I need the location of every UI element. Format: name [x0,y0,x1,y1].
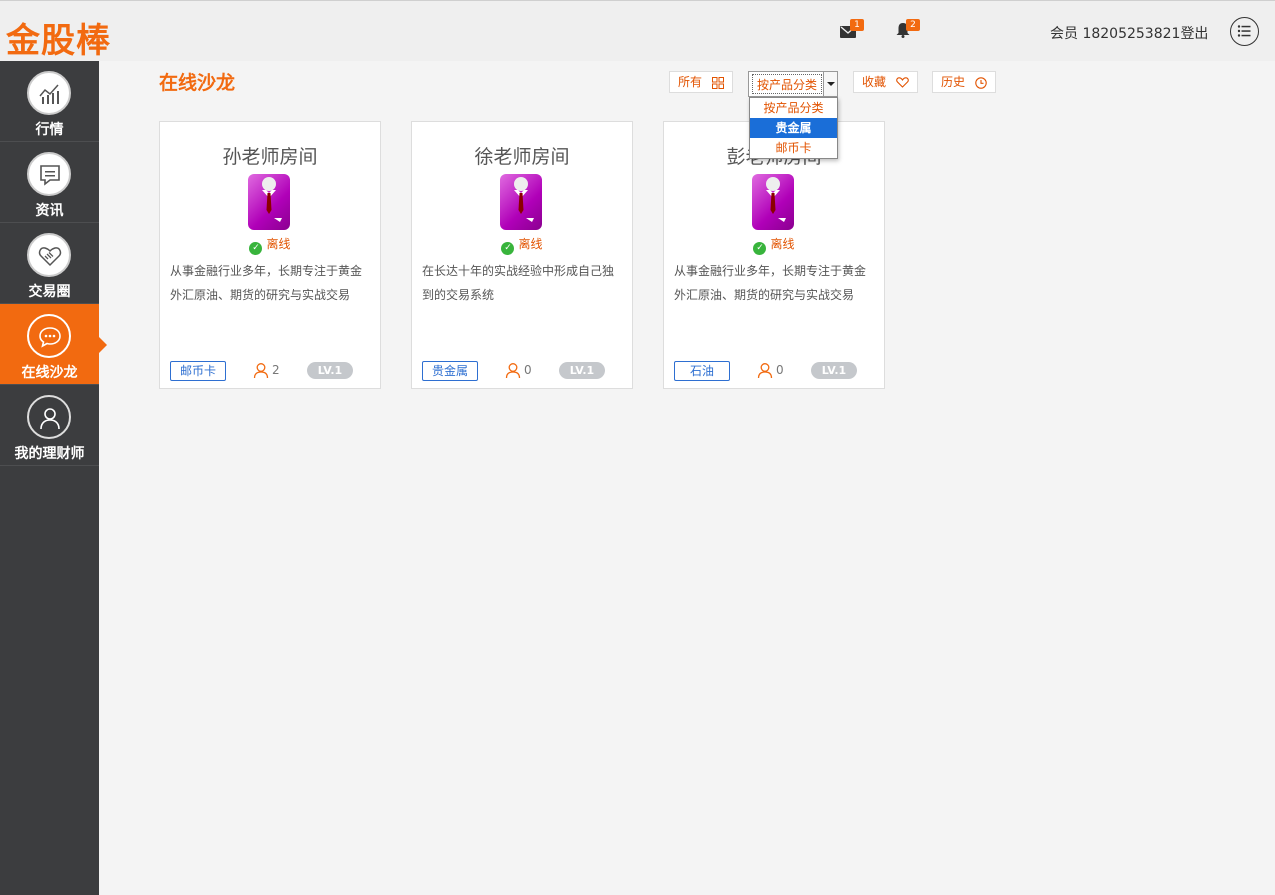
chart-icon [27,71,71,115]
list-menu-icon [1237,25,1251,37]
notification-button[interactable]: 2 [896,19,920,39]
room-card[interactable]: 徐老师房间 ✓ 离线 在长达十年的实战经验中形成自己独到的交易系统 贵金属 0 L… [411,121,633,389]
page-title: 在线沙龙 [159,72,236,94]
avatar [500,174,542,230]
category-tag[interactable]: 邮币卡 [170,361,226,381]
sidebar: 行情 资讯 交易圈 在线沙龙 我的理财师 [0,61,107,895]
room-card[interactable]: 彭老师房间 ✓离线 从事金融行业多年，长期专注于黄金外汇原油、期货的研究与实战交… [663,121,885,389]
category-tag[interactable]: 石油 [674,361,730,381]
user-count: 0 [505,362,532,379]
member-info: 会员 18205253821登出 [1050,23,1208,43]
history-label: 历史 [941,75,966,89]
dropdown-option[interactable]: 邮币卡 [750,138,837,158]
status-text: 离线 [518,237,543,251]
user-count-value: 0 [524,363,532,377]
category-dropdown: 按产品分类 贵金属 邮币卡 [749,97,838,159]
room-name: 孙老师房间 [222,146,318,168]
status-badge: ✓ 离线 [160,235,380,255]
history-button[interactable]: 历史 [932,71,996,93]
sidebar-item-label: 我的理财师 [14,446,85,462]
grid-icon [711,76,724,89]
level-badge: LV.1 [307,362,353,379]
mail-button[interactable]: 1 [840,19,864,39]
category-tag[interactable]: 贵金属 [422,361,478,381]
user-count: 0 [757,362,784,379]
user-icon [253,363,269,379]
user-count: 2 [253,362,280,379]
sidebar-item-label: 在线沙龙 [21,365,78,381]
status-text: 离线 [266,237,291,251]
chevron-down-icon[interactable] [823,72,837,96]
user-count-value: 2 [272,363,280,377]
sidebar-item-label: 交易圈 [28,284,71,300]
level-badge: LV.1 [811,362,857,379]
check-icon: ✓ [249,242,263,255]
room-description: 从事金融行业多年，长期专注于黄金外汇原油、期货的研究与实战交易 [674,264,867,302]
user-icon [757,363,773,379]
category-select-value: 按产品分类 [752,74,823,94]
sidebar-item-trade-circle[interactable]: 交易圈 [0,223,99,304]
sidebar-item-label: 行情 [35,122,64,138]
notification-badge: 2 [906,19,920,31]
room-card[interactable]: 孙老师房间 ✓ 离线 从事金融行业多年，长期专注于黄金外汇原油、期货的研究与实战交… [159,121,381,389]
top-header: 金股棒 1 2 会员 18205253821登出 [0,0,1275,61]
user-count-value: 0 [776,363,784,377]
room-description: 在长达十年的实战经验中形成自己独到的交易系统 [422,264,615,302]
logout-link[interactable]: 登出 [1180,26,1208,42]
member-account: 会员 18205253821 [1050,26,1181,42]
sidebar-item-my-advisor[interactable]: 我的理财师 [0,385,99,466]
category-select[interactable]: 按产品分类 [748,71,838,97]
sidebar-item-news[interactable]: 资讯 [0,142,99,223]
favorites-button[interactable]: 收藏 [853,71,918,93]
check-icon: ✓ [753,242,767,255]
dropdown-option[interactable]: 按产品分类 [750,98,837,118]
check-icon: ✓ [501,242,515,255]
user-icon [505,363,521,379]
status-badge: ✓ 离线 [664,235,884,255]
filter-all-button[interactable]: 所有 [669,71,733,93]
favorites-label: 收藏 [862,75,887,89]
filter-all-label: 所有 [678,75,703,89]
menu-button[interactable] [1230,17,1259,46]
user-icon [27,395,71,439]
chat-icon [27,314,71,358]
level-badge: LV.1 [559,362,605,379]
sidebar-item-online-salon[interactable]: 在线沙龙 [0,304,107,385]
avatar [248,174,290,230]
dropdown-option[interactable]: 贵金属 [750,118,837,138]
room-name: 徐老师房间 [474,146,570,168]
room-description: 从事金融行业多年，长期专注于黄金外汇原油、期货的研究与实战交易 [170,264,363,302]
news-icon [27,152,71,196]
mail-badge: 1 [850,19,864,31]
heart-icon [896,77,909,88]
sidebar-item-market[interactable]: 行情 [0,61,99,142]
app-logo[interactable]: 金股棒 [6,13,111,62]
sidebar-item-label: 资讯 [35,203,64,219]
handshake-icon [27,233,71,277]
avatar [752,174,794,230]
status-badge: ✓ 离线 [412,235,632,255]
clock-icon [975,76,987,89]
status-text: 离线 [770,237,795,251]
